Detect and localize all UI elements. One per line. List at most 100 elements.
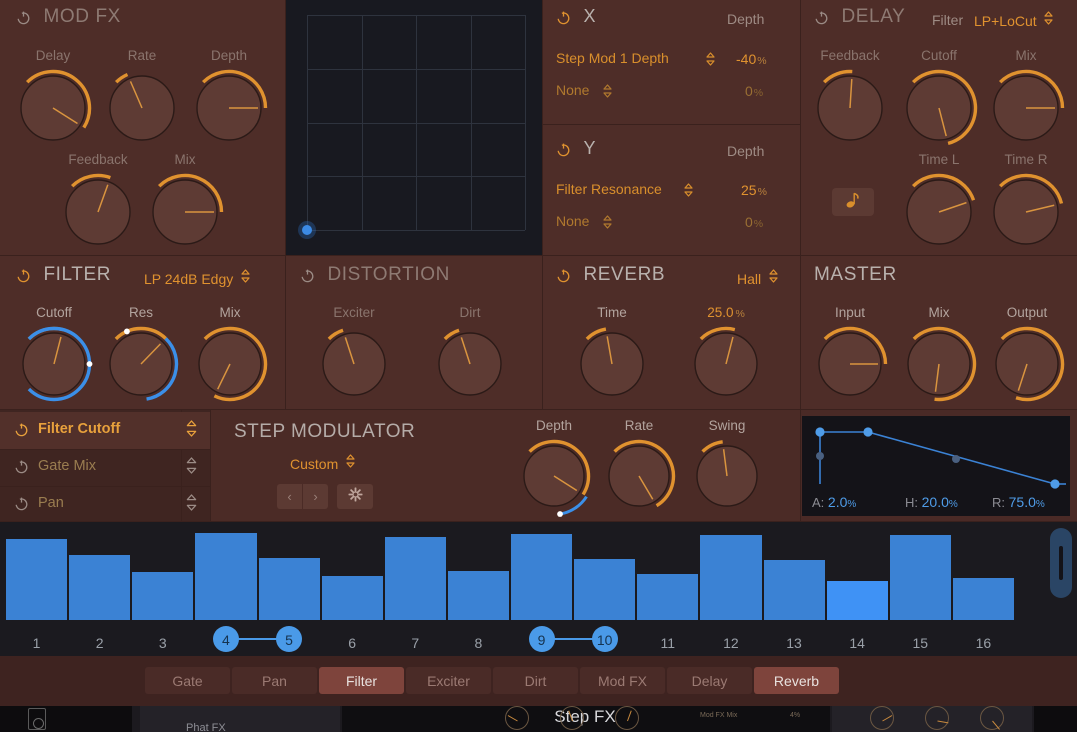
knob-dial[interactable] — [103, 67, 181, 149]
x-mod-power-button[interactable] — [556, 10, 571, 25]
knob-dial[interactable] — [811, 324, 889, 404]
knob-modfx-mix[interactable]: Mix — [146, 152, 224, 253]
sequencer-step-bar[interactable] — [69, 555, 131, 620]
sequencer-step-bar[interactable] — [637, 574, 699, 620]
sequencer-step-number[interactable]: 4 — [213, 632, 239, 648]
knob-dial[interactable] — [687, 324, 765, 404]
sequencer-step-bar[interactable] — [321, 576, 383, 620]
y-mod-depth-1[interactable]: 25% — [741, 182, 767, 198]
sequencer-step-number[interactable]: 15 — [890, 635, 951, 651]
sequencer-step-number[interactable]: 11 — [637, 635, 698, 651]
y-mod-depth-2[interactable]: 0% — [745, 214, 763, 230]
sequencer-step-bar[interactable] — [889, 535, 951, 620]
tab-exciter[interactable]: Exciter — [406, 667, 491, 694]
knob-master-input[interactable]: Input — [811, 305, 889, 404]
y-mod-target-1[interactable]: Filter Resonance — [556, 181, 662, 197]
envelope-attack[interactable]: A: 2.0% — [812, 494, 856, 510]
sequencer-step-bar[interactable] — [511, 534, 573, 620]
sequencer-step-bar[interactable] — [258, 558, 320, 620]
knob-delay-mix[interactable]: Mix — [987, 48, 1065, 149]
knob-delay-feedback[interactable]: Feedback — [811, 48, 889, 149]
sequencer-step-bar[interactable] — [574, 559, 636, 620]
sequencer-step-bar[interactable] — [195, 533, 257, 620]
knob-master-output[interactable]: Output — [988, 305, 1066, 404]
sequencer-step-number[interactable]: 1 — [6, 635, 67, 651]
knob-dial[interactable] — [102, 324, 180, 404]
tab-delay[interactable]: Delay — [667, 667, 752, 694]
envelope-hold[interactable]: H: 20.0% — [905, 494, 958, 510]
delay-power-button[interactable] — [814, 10, 829, 25]
delay-filter-select[interactable]: LP+LoCut — [974, 11, 1053, 31]
reverb-power-button[interactable] — [556, 268, 571, 283]
tab-mod-fx[interactable]: Mod FX — [580, 667, 665, 694]
knob-reverb-mix[interactable]: 25.0% — [687, 305, 765, 404]
mod-list-power-button[interactable] — [14, 496, 29, 511]
knob-delay-time-l[interactable]: Time L — [900, 152, 978, 253]
sequencer-step-number[interactable]: 3 — [132, 635, 193, 651]
delay-sync-button[interactable] — [832, 188, 874, 216]
sequencer-step-number[interactable]: 13 — [764, 635, 825, 651]
knob-filter-cutoff[interactable]: Cutoff — [15, 305, 93, 404]
knob-dial[interactable] — [431, 324, 509, 404]
y-mod-power-button[interactable] — [556, 142, 571, 157]
mod-list-power-button[interactable] — [14, 459, 29, 474]
mod-list-item-gate-mix[interactable]: Gate Mix — [0, 449, 210, 486]
knob-master-mix[interactable]: Mix — [900, 305, 978, 404]
chevron-updown-icon[interactable] — [706, 52, 715, 66]
knob-modfx-depth[interactable]: Depth — [190, 48, 268, 149]
stepper-updown-icon[interactable] — [186, 420, 197, 442]
chevron-updown-icon[interactable] — [603, 215, 612, 229]
sequencer-step-number[interactable]: 12 — [700, 635, 761, 651]
sequencer-step-bar[interactable] — [384, 537, 446, 620]
tab-reverb[interactable]: Reverb — [754, 667, 839, 694]
tab-pan[interactable]: Pan — [232, 667, 317, 694]
preset-next-button[interactable]: › — [303, 484, 328, 509]
knob-dial[interactable] — [900, 171, 978, 253]
knob-dial[interactable] — [59, 171, 137, 253]
mod-fx-power-button[interactable] — [16, 10, 31, 25]
sequencer-step-bar[interactable] — [700, 535, 762, 620]
seq-scroll-handle[interactable] — [1050, 528, 1072, 598]
knob-dial[interactable] — [190, 67, 268, 149]
knob-stepmod-depth[interactable]: Depth — [515, 418, 593, 517]
knob-filter-res[interactable]: Res — [102, 305, 180, 404]
chevron-updown-icon[interactable] — [684, 183, 693, 197]
sequencer-step-bar[interactable] — [826, 581, 888, 620]
sequencer-step-bar[interactable] — [447, 571, 509, 620]
step-sequencer[interactable]: 1 2 3 6 7 8 11 12 13 14 15 16 4 5 9 10 — [0, 522, 1077, 656]
tab-dirt[interactable]: Dirt — [493, 667, 578, 694]
knob-dial[interactable] — [900, 67, 978, 149]
knob-dial[interactable] — [573, 324, 651, 404]
knob-dial[interactable] — [988, 324, 1066, 404]
knob-dial[interactable] — [900, 324, 978, 404]
xy-pad[interactable] — [285, 0, 542, 255]
x-mod-target-1[interactable]: Step Mod 1 Depth — [556, 50, 669, 66]
y-mod-target-2[interactable]: None — [556, 213, 589, 229]
step-modulator-settings-button[interactable] — [337, 484, 373, 509]
filter-power-button[interactable] — [16, 268, 31, 283]
knob-filter-mix[interactable]: Mix — [191, 305, 269, 404]
envelope-release[interactable]: R: 75.0% — [992, 494, 1045, 510]
distortion-power-button[interactable] — [300, 268, 315, 283]
knob-stepmod-rate[interactable]: Rate — [600, 418, 678, 515]
mod-list-power-button[interactable] — [14, 422, 29, 437]
knob-dial[interactable] — [15, 324, 93, 404]
sequencer-step-number[interactable]: 2 — [69, 635, 130, 651]
mod-list-item-pan[interactable]: Pan — [0, 486, 210, 523]
tab-filter[interactable]: Filter — [319, 667, 404, 694]
mod-list-item-filter-cutoff[interactable]: Filter Cutoff — [0, 412, 210, 449]
knob-modfx-feedback[interactable]: Feedback — [59, 152, 137, 253]
knob-modfx-rate[interactable]: Rate — [103, 48, 181, 149]
knob-dial[interactable] — [515, 437, 593, 517]
knob-delay-time-r[interactable]: Time R — [987, 152, 1065, 253]
knob-dial[interactable] — [987, 171, 1065, 253]
sequencer-step-bar[interactable] — [132, 572, 194, 620]
sequencer-step-bar[interactable] — [763, 560, 825, 620]
sequencer-step-bar[interactable] — [952, 578, 1014, 620]
sequencer-step-number[interactable]: 7 — [385, 635, 446, 651]
knob-dial[interactable] — [315, 324, 393, 404]
knob-reverb-time[interactable]: Time — [573, 305, 651, 404]
sequencer-step-number[interactable]: 8 — [448, 635, 509, 651]
knob-distortion-exciter[interactable]: Exciter — [315, 305, 393, 404]
knob-stepmod-swing[interactable]: Swing — [688, 418, 766, 515]
